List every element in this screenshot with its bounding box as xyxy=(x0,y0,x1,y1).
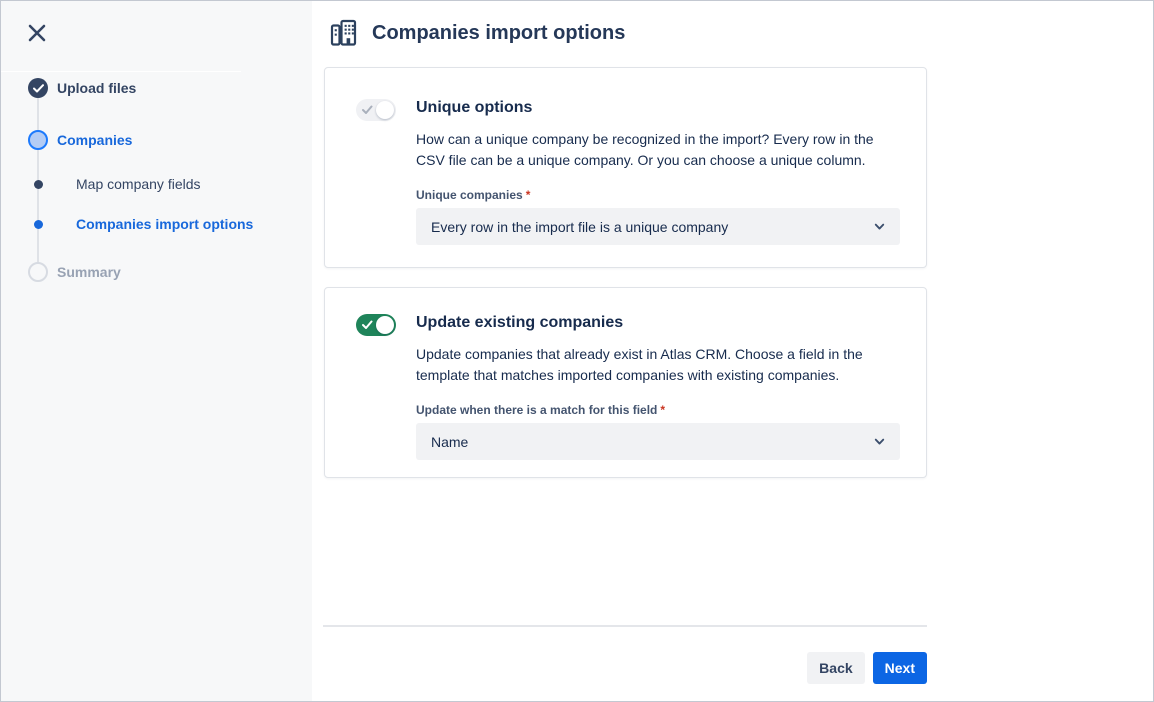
step-upload-files[interactable]: Upload files xyxy=(28,78,136,98)
update-existing-companies-card: Update existing companies Update compani… xyxy=(324,287,927,478)
unique-companies-select[interactable]: Every row in the import file is a unique… xyxy=(416,208,900,245)
substep-companies-import-options[interactable]: Companies import options xyxy=(28,214,253,234)
step-label: Companies import options xyxy=(76,216,253,232)
step-label: Summary xyxy=(57,264,121,280)
select-value: Every row in the import file is a unique… xyxy=(431,219,728,235)
unique-options-toggle xyxy=(356,99,396,121)
card-description: Update companies that already exist in A… xyxy=(416,344,900,386)
company-building-icon xyxy=(330,19,357,47)
companies-import-wizard: Upload files Companies Map company field… xyxy=(0,0,1154,702)
wizard-stepper: Upload files Companies Map company field… xyxy=(1,1,312,701)
required-asterisk: * xyxy=(526,188,531,202)
update-existing-toggle[interactable] xyxy=(356,314,396,336)
unique-options-card: Unique options How can a unique company … xyxy=(324,67,927,268)
wizard-footer: Back Next xyxy=(324,652,927,684)
toggle-knob xyxy=(376,101,394,119)
field-label-text: Unique companies xyxy=(416,188,523,202)
back-button[interactable]: Back xyxy=(807,652,864,684)
footer-divider xyxy=(323,625,927,627)
check-icon xyxy=(33,84,44,93)
page-header: Companies import options xyxy=(330,19,625,47)
check-icon xyxy=(362,105,373,115)
next-button[interactable]: Next xyxy=(873,652,927,684)
substep-dot-icon xyxy=(28,214,48,234)
match-field-select[interactable]: Name xyxy=(416,423,900,460)
step-upcoming-icon xyxy=(28,262,48,282)
step-active-icon xyxy=(28,130,48,150)
substep-map-company-fields[interactable]: Map company fields xyxy=(28,174,201,194)
toggle-column xyxy=(356,313,416,477)
select-value: Name xyxy=(431,434,468,450)
card-title: Update existing companies xyxy=(416,314,900,332)
step-label: Map company fields xyxy=(76,176,201,192)
card-description: How can a unique company be recognized i… xyxy=(416,129,900,171)
step-companies[interactable]: Companies xyxy=(28,130,132,150)
step-label: Companies xyxy=(57,132,132,148)
card-content: Unique options How can a unique company … xyxy=(416,98,900,267)
card-title: Unique options xyxy=(416,99,900,117)
field-label: Unique companies* xyxy=(416,188,900,202)
toggle-column xyxy=(356,98,416,267)
chevron-down-icon xyxy=(872,219,887,234)
check-icon xyxy=(362,320,373,330)
card-content: Update existing companies Update compani… xyxy=(416,313,900,477)
toggle-knob xyxy=(376,316,394,334)
required-asterisk: * xyxy=(660,403,665,417)
page-title: Companies import options xyxy=(372,22,625,45)
field-label: Update when there is a match for this fi… xyxy=(416,403,900,417)
step-summary[interactable]: Summary xyxy=(28,262,121,282)
field-label-text: Update when there is a match for this fi… xyxy=(416,403,657,417)
step-label: Upload files xyxy=(57,80,136,96)
substep-dot-icon xyxy=(28,174,48,194)
chevron-down-icon xyxy=(872,434,887,449)
wizard-sidebar: Upload files Companies Map company field… xyxy=(1,1,312,701)
step-completed-icon xyxy=(28,78,48,98)
